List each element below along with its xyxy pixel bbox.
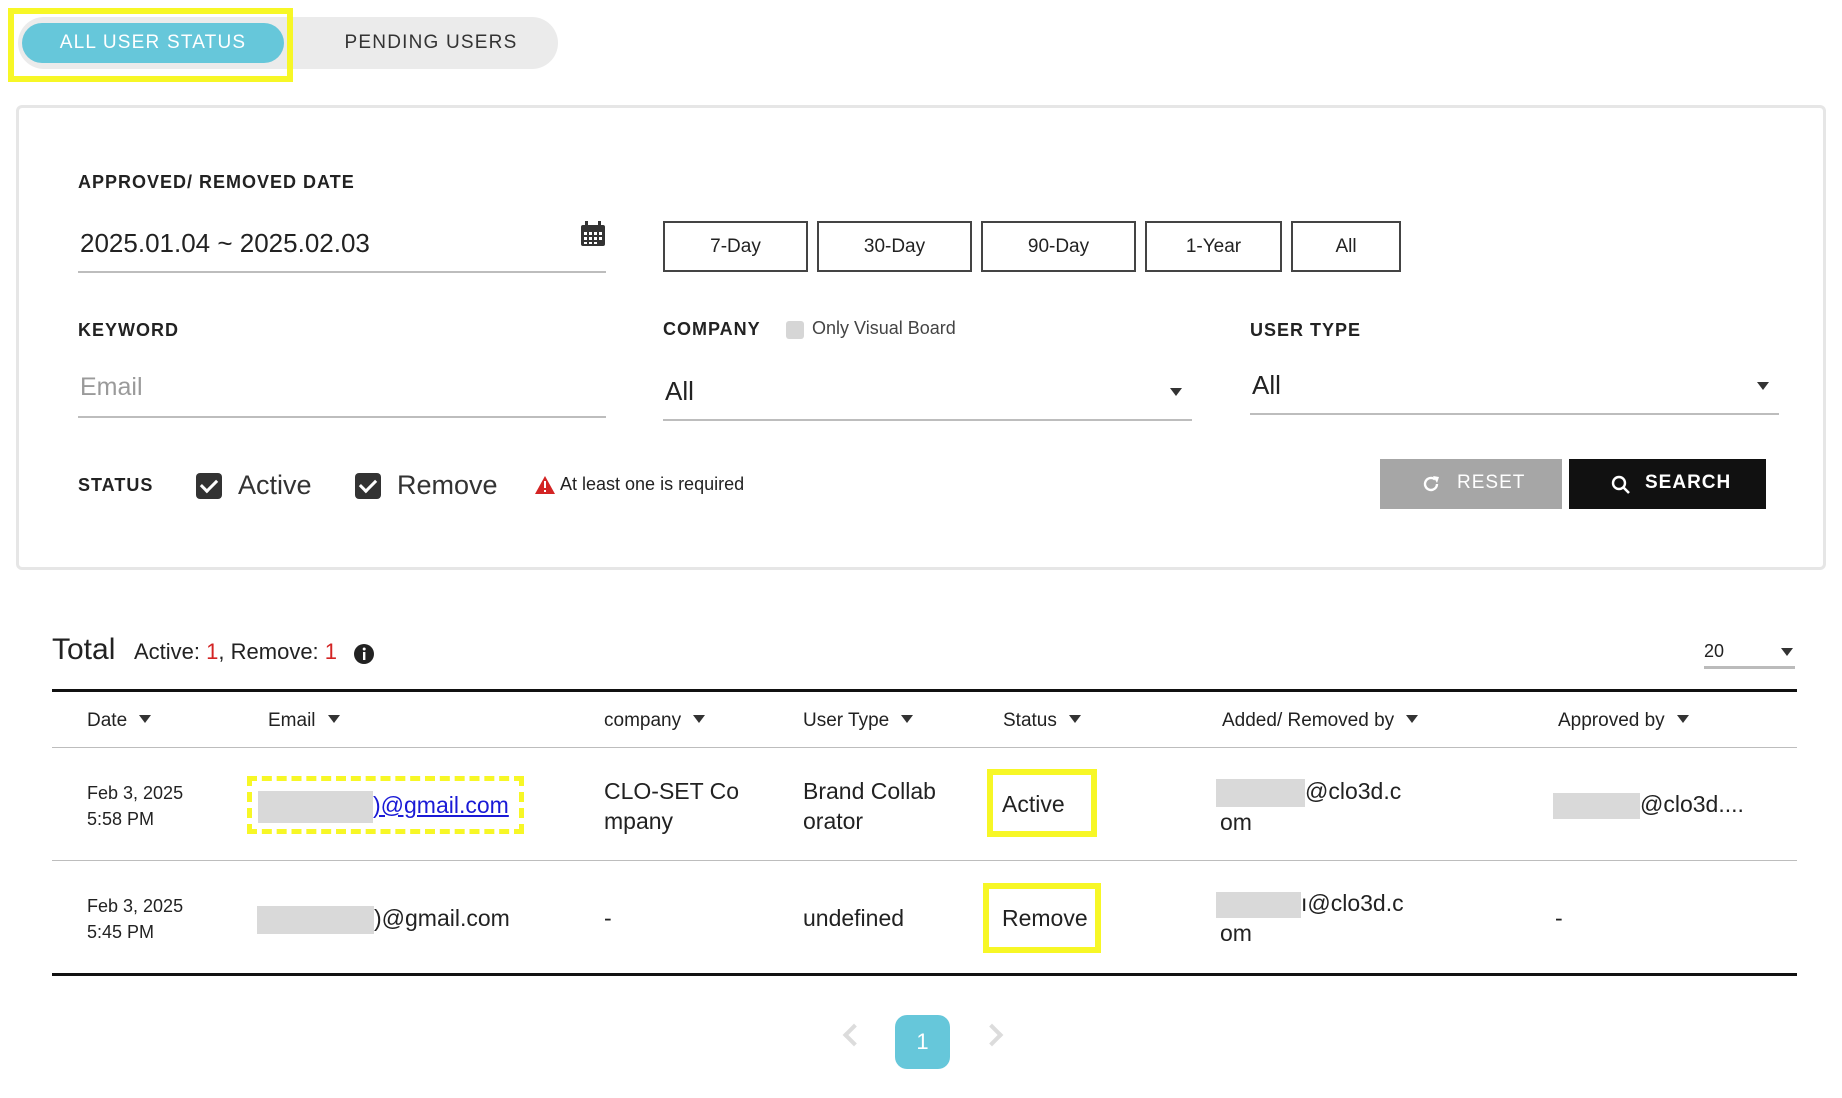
- filter-panel: APPROVED/ REMOVED DATE 2025.01.04 ~ 2025…: [16, 105, 1826, 570]
- status-remove-label: Remove: [397, 470, 498, 500]
- chevron-down-icon: [1170, 388, 1182, 396]
- table-row-2-added-by: ı@clo3d.c om: [1216, 888, 1404, 948]
- chevron-down-icon: [1757, 382, 1769, 390]
- row-divider: [52, 860, 1797, 861]
- range-all-button[interactable]: All: [1291, 221, 1401, 272]
- status-active-label: Active: [238, 470, 312, 500]
- warning-icon: [535, 476, 555, 494]
- column-header-status[interactable]: Status: [1003, 710, 1081, 732]
- search-icon: [1611, 475, 1630, 494]
- table-row-1-date: Feb 3, 2025 5:58 PM: [87, 783, 184, 829]
- only-visual-board-label: Only Visual Board: [812, 318, 956, 338]
- refresh-icon: [1423, 476, 1439, 492]
- table-row-1-approved-by: @clo3d....: [1553, 789, 1744, 819]
- table-row-1-user-type: Brand Collab orator: [803, 778, 936, 834]
- page-size-select[interactable]: 20: [1704, 638, 1795, 669]
- next-page-icon[interactable]: [980, 1023, 1004, 1047]
- range-30-day-button[interactable]: 30-Day: [817, 221, 972, 272]
- prev-page-icon[interactable]: [842, 1023, 866, 1047]
- table-row-2-approved-by: -: [1555, 905, 1563, 931]
- sort-caret-icon: [1406, 715, 1419, 723]
- sort-caret-icon: [901, 715, 914, 723]
- status-summary: Active: 1, Remove: 1: [134, 639, 337, 665]
- page-button-current[interactable]: 1: [895, 1015, 950, 1069]
- chevron-down-icon: [1781, 648, 1793, 656]
- redacted-block: [258, 790, 373, 823]
- status-label: STATUS: [78, 475, 154, 495]
- table-bottom-rule: [52, 973, 1797, 976]
- tab-all-user-status[interactable]: ALL USER STATUS: [22, 23, 284, 63]
- status-remove-checkbox[interactable]: [355, 473, 381, 499]
- date-range-field[interactable]: 2025.01.04 ~ 2025.02.03: [78, 213, 606, 273]
- header-divider: [52, 747, 1797, 748]
- info-icon[interactable]: [353, 643, 375, 665]
- redacted-block: [1216, 778, 1305, 807]
- redacted-block: [1553, 792, 1640, 819]
- status-active-checkbox[interactable]: [196, 473, 222, 499]
- page-size-value: 20: [1704, 641, 1725, 661]
- date-range-value: 2025.01.04 ~ 2025.02.03: [80, 228, 370, 258]
- column-header-date[interactable]: Date: [87, 710, 152, 732]
- only-visual-board-checkbox[interactable]: [786, 321, 804, 339]
- company-select[interactable]: All: [663, 358, 1192, 421]
- remove-count: 1: [324, 639, 338, 664]
- range-1-year-button[interactable]: 1-Year: [1145, 221, 1282, 272]
- table-row-2-status: Remove: [1002, 905, 1088, 931]
- search-label: SEARCH: [1645, 472, 1732, 493]
- active-count-label: Active:: [134, 639, 201, 664]
- table-row-2-date: Feb 3, 2025 5:45 PM: [87, 896, 184, 942]
- column-header-company[interactable]: company: [604, 710, 706, 732]
- company-label: COMPANY: [663, 319, 761, 339]
- tab-bar: ALL USER STATUS PENDING USERS: [18, 17, 558, 69]
- range-7-day-button[interactable]: 7-Day: [663, 221, 808, 272]
- table-row-2-email: )@gmail.com: [257, 903, 510, 934]
- user-type-label: USER TYPE: [1250, 320, 1362, 340]
- column-header-added-removed-by[interactable]: Added/ Removed by: [1222, 710, 1419, 732]
- reset-button[interactable]: RESET: [1380, 459, 1562, 509]
- user-type-select-value: All: [1252, 370, 1281, 400]
- table-row-2-user-type: undefined: [803, 905, 905, 931]
- calendar-icon[interactable]: [580, 221, 606, 247]
- redacted-block: [1216, 891, 1301, 918]
- column-header-user-type[interactable]: User Type: [803, 710, 914, 732]
- redacted-block: [257, 905, 374, 934]
- status-warning-text: At least one is required: [560, 474, 745, 494]
- keyword-label: KEYWORD: [78, 320, 179, 340]
- sort-caret-icon: [327, 715, 340, 723]
- sort-caret-icon: [1068, 715, 1081, 723]
- email-placeholder: Email: [80, 373, 143, 401]
- total-label: Total: [52, 633, 116, 666]
- email-link[interactable]: )@gmail.com: [373, 792, 509, 818]
- column-header-approved-by[interactable]: Approved by: [1558, 710, 1689, 732]
- table-row-1-email[interactable]: )@gmail.com: [258, 790, 509, 823]
- table-row-1-status: Active: [1002, 791, 1065, 817]
- date-label: APPROVED/ REMOVED DATE: [78, 172, 355, 192]
- table-top-rule: [52, 689, 1797, 692]
- active-count: 1: [206, 639, 219, 664]
- company-select-value: All: [665, 376, 694, 406]
- remove-count-label: , Remove:: [218, 639, 319, 664]
- table-row-1-company: CLO-SET Co mpany: [604, 778, 740, 834]
- user-type-select[interactable]: All: [1250, 358, 1779, 415]
- search-button[interactable]: SEARCH: [1569, 459, 1766, 509]
- table-row-2-company: -: [604, 905, 612, 931]
- tab-pending-users[interactable]: PENDING USERS: [308, 23, 554, 63]
- sort-caret-icon: [139, 715, 152, 723]
- range-90-day-button[interactable]: 90-Day: [981, 221, 1136, 272]
- email-keyword-input[interactable]: Email: [78, 358, 606, 418]
- column-header-email[interactable]: Email: [268, 710, 340, 732]
- reset-label: RESET: [1457, 472, 1526, 493]
- sort-caret-icon: [693, 715, 706, 723]
- sort-caret-icon: [1676, 715, 1689, 723]
- table-row-1-added-by: @clo3d.c om: [1216, 776, 1401, 837]
